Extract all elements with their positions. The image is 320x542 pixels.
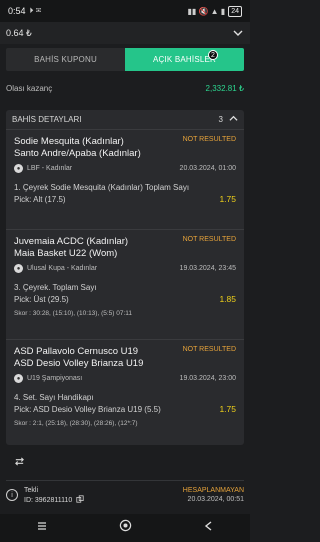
bet-tabs: BAHİS KUPONU AÇIK BAHİSLER 2 <box>6 48 244 71</box>
bet-details-title: BAHİS DETAYLARI <box>12 115 82 124</box>
balance: 0.64 ₺ <box>6 27 32 38</box>
clock: 0:54 <box>8 6 26 16</box>
info-icon[interactable]: i <box>6 489 18 501</box>
tab-bet-slip[interactable]: BAHİS KUPONU <box>6 48 125 71</box>
bet-status: NOT RESULTED <box>182 236 236 243</box>
battery-icon: 24 <box>228 5 242 17</box>
market-name: 1. Çeyrek Sodie Mesquita (Kadınlar) Topl… <box>14 183 190 192</box>
back-icon[interactable] <box>203 519 215 537</box>
league-name: LBF - Kadınlar <box>27 165 73 172</box>
pick: Pick: Üst (29.5) <box>14 294 69 304</box>
status-bar: 0:54 ⏵ ✉ ▮▮ 🔇 ▲ ▮ 24 <box>0 0 250 22</box>
potential-gain-row: Olası kazanç 2,332.81 ₺ <box>6 84 244 93</box>
bet-status: NOT RESULTED <box>182 136 236 143</box>
signal-wifi-icons: ▮▮ 🔇 ▲ ▮ <box>187 6 226 16</box>
bet-item: Juvemaia ACDC (Kadınlar) Maia Basket U22… <box>6 230 244 340</box>
open-bets-count-badge: 2 <box>208 50 218 60</box>
pick: Pick: Alt (17.5) <box>14 194 66 204</box>
team-home: Sodie Mesquita (Kadınlar) <box>14 136 124 147</box>
odds: 1.75 <box>219 404 236 414</box>
bet-details-header[interactable]: BAHİS DETAYLARI 3 <box>6 110 244 130</box>
chevron-up-icon[interactable] <box>229 114 238 125</box>
chevron-down-icon[interactable] <box>232 27 244 39</box>
live-score: Skor : 30:28, (15:10), (10:13), (5:5) 07… <box>14 310 133 317</box>
league-name: Ulusal Kupa - Kadınlar <box>27 265 98 272</box>
share-row <box>6 452 244 474</box>
team-home: Juvemaia ACDC (Kadınlar) <box>14 236 129 247</box>
market-name: 4. Set. Sayı Handikapı <box>14 393 94 402</box>
potential-gain-label: Olası kazanç <box>6 84 53 93</box>
bet-status: NOT RESULTED <box>182 346 236 353</box>
recent-apps-icon[interactable] <box>36 519 48 537</box>
potential-gain-value: 2,332.81 ₺ <box>205 84 244 93</box>
bet-count: 3 <box>218 115 223 124</box>
league-name: U19 Şampiyonası <box>27 375 83 382</box>
team-home: ASD Pallavolo Cernusco U19 <box>14 346 139 357</box>
coupon-id: ID: 3962811110 <box>24 497 73 504</box>
bet-details-panel: BAHİS DETAYLARI 3 Sodie Mesquita (Kadınl… <box>6 110 244 445</box>
live-score: Skor : 2:1, (25:18), (28:30), (28:26), (… <box>14 420 138 427</box>
odds: 1.75 <box>219 194 236 204</box>
match-datetime: 20.03.2024, 01:00 <box>179 165 236 172</box>
market-name: 3. Çeyrek. Toplam Sayı <box>14 283 97 292</box>
android-nav-bar <box>0 514 250 542</box>
team-away: Santo Andre/Apaba (Kadınlar) <box>14 148 141 159</box>
pick: Pick: ASD Desio Volley Brianza U19 (5.5) <box>14 404 161 414</box>
basketball-icon: ● <box>14 264 23 273</box>
copy-icon[interactable] <box>76 495 84 506</box>
match-teams: ASD Pallavolo Cernusco U19 ASD Desio Vol… <box>14 346 174 370</box>
team-away: ASD Desio Volley Brianza U19 <box>14 358 144 369</box>
team-away: Maia Basket U22 (Wom) <box>14 248 118 259</box>
basketball-icon: ● <box>14 164 23 173</box>
match-datetime: 19.03.2024, 23:45 <box>179 265 236 272</box>
coupon-type: Tekli <box>24 487 39 494</box>
match-teams: Juvemaia ACDC (Kadınlar) Maia Basket U22… <box>14 236 174 260</box>
bet-item: ASD Pallavolo Cernusco U19 ASD Desio Vol… <box>6 340 244 444</box>
volleyball-icon: ● <box>14 374 23 383</box>
swap-icon[interactable] <box>14 454 25 472</box>
coupon-status: HESAPLANMAYAN <box>182 487 244 494</box>
divider <box>6 480 244 481</box>
bet-item: Sodie Mesquita (Kadınlar) Santo Andre/Ap… <box>6 130 244 230</box>
match-datetime: 19.03.2024, 23:00 <box>179 375 236 382</box>
coupon-info: i Tekli ID: 3962811110 HESAPLANMAYAN 20.… <box>6 486 244 510</box>
match-teams: Sodie Mesquita (Kadınlar) Santo Andre/Ap… <box>14 136 174 160</box>
top-bar: 0.64 ₺ <box>0 22 250 44</box>
coupon-datetime: 20.03.2024, 00:51 <box>187 496 244 503</box>
odds: 1.85 <box>219 294 236 304</box>
home-icon[interactable] <box>119 519 132 537</box>
tab-open-bets[interactable]: AÇIK BAHİSLER 2 <box>125 48 244 71</box>
notification-icons: ⏵ ✉ <box>29 6 42 15</box>
